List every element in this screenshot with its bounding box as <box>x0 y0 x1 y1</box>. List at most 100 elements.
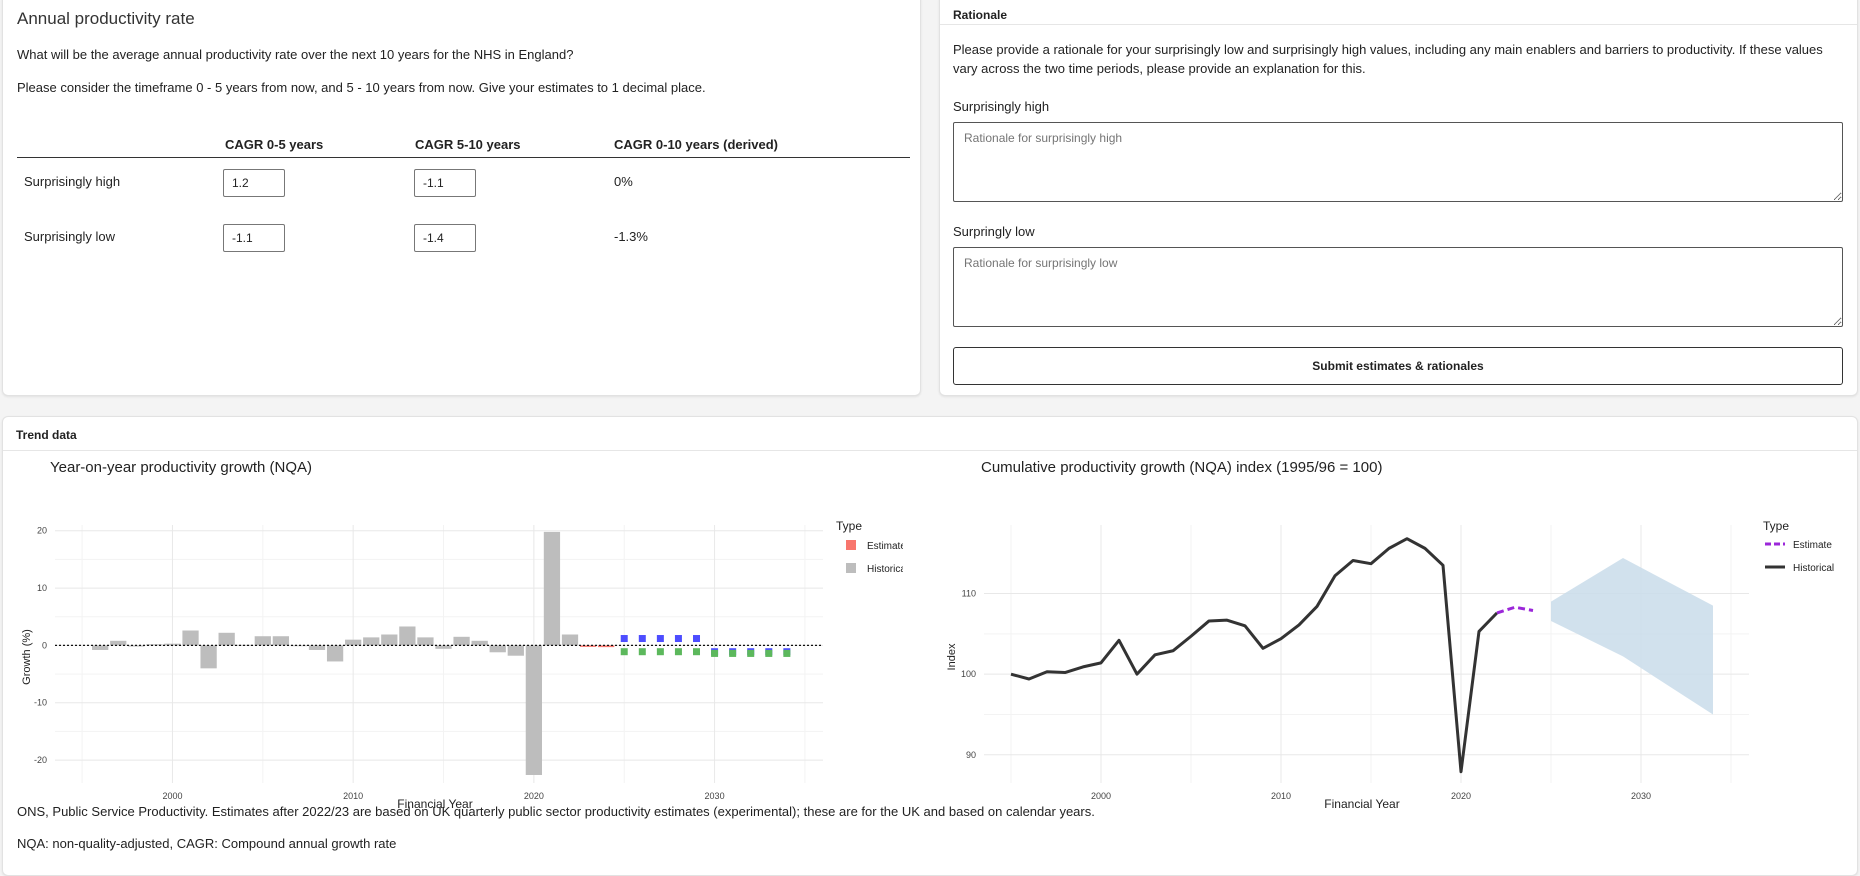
legend-swatch-historical <box>846 563 856 573</box>
trend-header: Trend data <box>16 428 77 442</box>
legend-swatch-estimate <box>846 540 856 550</box>
y-tick-label: -10 <box>34 698 47 708</box>
legend-label-historical: Historical <box>1793 563 1834 574</box>
x-tick-label: 2020 <box>524 791 544 801</box>
low-derived-value: -1.3% <box>614 229 648 244</box>
historical-bar <box>272 636 290 646</box>
y-tick-label: 100 <box>961 669 976 679</box>
rationale-instructions: Please provide a rationale for your surp… <box>953 42 1823 76</box>
estimate-range-band <box>1551 558 1713 715</box>
row-label-high: Surprisingly high <box>24 174 121 189</box>
historical-bar <box>399 626 416 646</box>
high-estimate-marker <box>674 635 682 643</box>
annual-title: Annual productivity rate <box>17 9 195 28</box>
rationale-card: Rationale Please provide a rationale for… <box>939 0 1858 396</box>
historical-bar <box>345 639 362 646</box>
historical-bar <box>507 645 524 656</box>
x-tick-label: 2000 <box>1091 791 1111 801</box>
low-cagr-5-10-input[interactable] <box>414 224 476 252</box>
legend-label-estimate: Estimate <box>1793 540 1832 551</box>
historical-bar <box>471 640 488 646</box>
chart-title: Cumulative productivity growth (NQA) ind… <box>981 459 1382 476</box>
low-estimate-marker <box>711 649 719 657</box>
cumulative-index-chart: Cumulative productivity growth (NQA) ind… <box>946 459 1834 811</box>
high-estimate-marker <box>693 635 701 643</box>
historical-bar <box>525 645 543 775</box>
y-tick-label: 20 <box>37 526 47 536</box>
historical-bar <box>326 645 344 662</box>
col-header-cagr-5-10: CAGR 5-10 years <box>415 137 521 152</box>
x-tick-label: 2010 <box>1271 791 1291 801</box>
high-estimate-marker <box>656 635 664 643</box>
yoy-growth-chart: Year-on-year productivity growth (NQA) F… <box>21 459 903 811</box>
low-estimate-marker <box>638 648 646 656</box>
historical-line <box>1010 537 1499 774</box>
footnote-source: ONS, Public Service Productivity. Estima… <box>17 804 1095 819</box>
col-header-cagr-0-5: CAGR 0-5 years <box>225 137 324 152</box>
historical-bar <box>561 634 579 646</box>
historical-bar <box>308 645 326 650</box>
high-cagr-5-10-input[interactable] <box>414 169 476 197</box>
historical-bar <box>218 632 235 646</box>
high-rationale-textarea[interactable] <box>953 122 1843 202</box>
question-text: What will be the average annual producti… <box>17 47 574 62</box>
gridlines <box>55 525 823 783</box>
legend-label-historical: Historical <box>867 564 903 575</box>
low-rationale-label: Surpringly low <box>953 224 1035 239</box>
legend-title: Type <box>1763 519 1789 533</box>
x-tick-label: 2020 <box>1451 791 1471 801</box>
historical-bar <box>92 645 109 650</box>
low-estimate-marker <box>765 649 773 657</box>
legend-label-estimate: Estimate <box>867 541 903 552</box>
x-axis-label: Financial Year <box>1324 797 1399 811</box>
rationale-header: Rationale <box>953 8 1008 22</box>
annual-productivity-card: Annual productivity rate What will be th… <box>2 0 921 396</box>
y-tick-label: 10 <box>37 583 47 593</box>
submit-button[interactable]: Submit estimates & rationales <box>953 347 1843 385</box>
low-rationale-textarea[interactable] <box>953 247 1843 327</box>
high-derived-value: 0% <box>614 174 633 189</box>
instruction-text: Please consider the timeframe 0 - 5 year… <box>17 80 706 95</box>
row-label-low: Surprisingly low <box>24 229 116 244</box>
historical-bar <box>110 640 127 646</box>
historical-bar <box>489 645 506 653</box>
high-estimate-marker <box>638 635 646 643</box>
x-tick-label: 2030 <box>705 791 725 801</box>
x-tick-label: 2030 <box>1631 791 1651 801</box>
low-estimate-marker <box>729 649 737 657</box>
footnote-abbreviations: NQA: non-quality-adjusted, CAGR: Compoun… <box>17 836 397 851</box>
low-estimate-marker <box>656 648 664 656</box>
trend-data-card: Trend data Year-on-year productivity gro… <box>2 416 1858 876</box>
historical-bar <box>381 634 398 646</box>
historical-bar <box>254 636 271 646</box>
low-estimate-marker <box>693 648 701 656</box>
low-estimate-marker <box>783 649 791 657</box>
x-tick-label: 2000 <box>162 791 182 801</box>
low-estimate-marker <box>620 648 628 656</box>
y-axis-label: Growth (%) <box>21 629 33 685</box>
rationale-header-rule <box>940 24 1857 25</box>
table-header-rule <box>17 157 910 158</box>
y-tick-label: 90 <box>966 750 976 760</box>
low-cagr-0-5-input[interactable] <box>223 224 285 252</box>
y-tick-label: 110 <box>962 589 976 599</box>
high-estimate-marker <box>620 635 628 643</box>
legend-title: Type <box>836 519 862 533</box>
high-cagr-0-5-input[interactable] <box>223 169 285 197</box>
historical-bar <box>453 636 470 646</box>
historical-bar <box>200 645 217 669</box>
y-tick-label: 0 <box>42 640 47 650</box>
estimate-line <box>1496 605 1534 615</box>
historical-bar <box>543 531 561 646</box>
y-axis-label: Index <box>946 643 958 670</box>
chart-title: Year-on-year productivity growth (NQA) <box>50 459 312 476</box>
low-estimate-marker <box>674 648 682 656</box>
y-tick-label: -20 <box>34 755 47 765</box>
high-rationale-label: Surprisingly high <box>953 99 1050 114</box>
historical-bar <box>417 637 434 646</box>
x-tick-label: 2010 <box>343 791 363 801</box>
col-header-cagr-derived: CAGR 0-10 years (derived) <box>614 137 779 152</box>
low-estimate-marker <box>747 649 755 657</box>
historical-bar <box>182 630 199 646</box>
historical-bar <box>363 637 380 646</box>
